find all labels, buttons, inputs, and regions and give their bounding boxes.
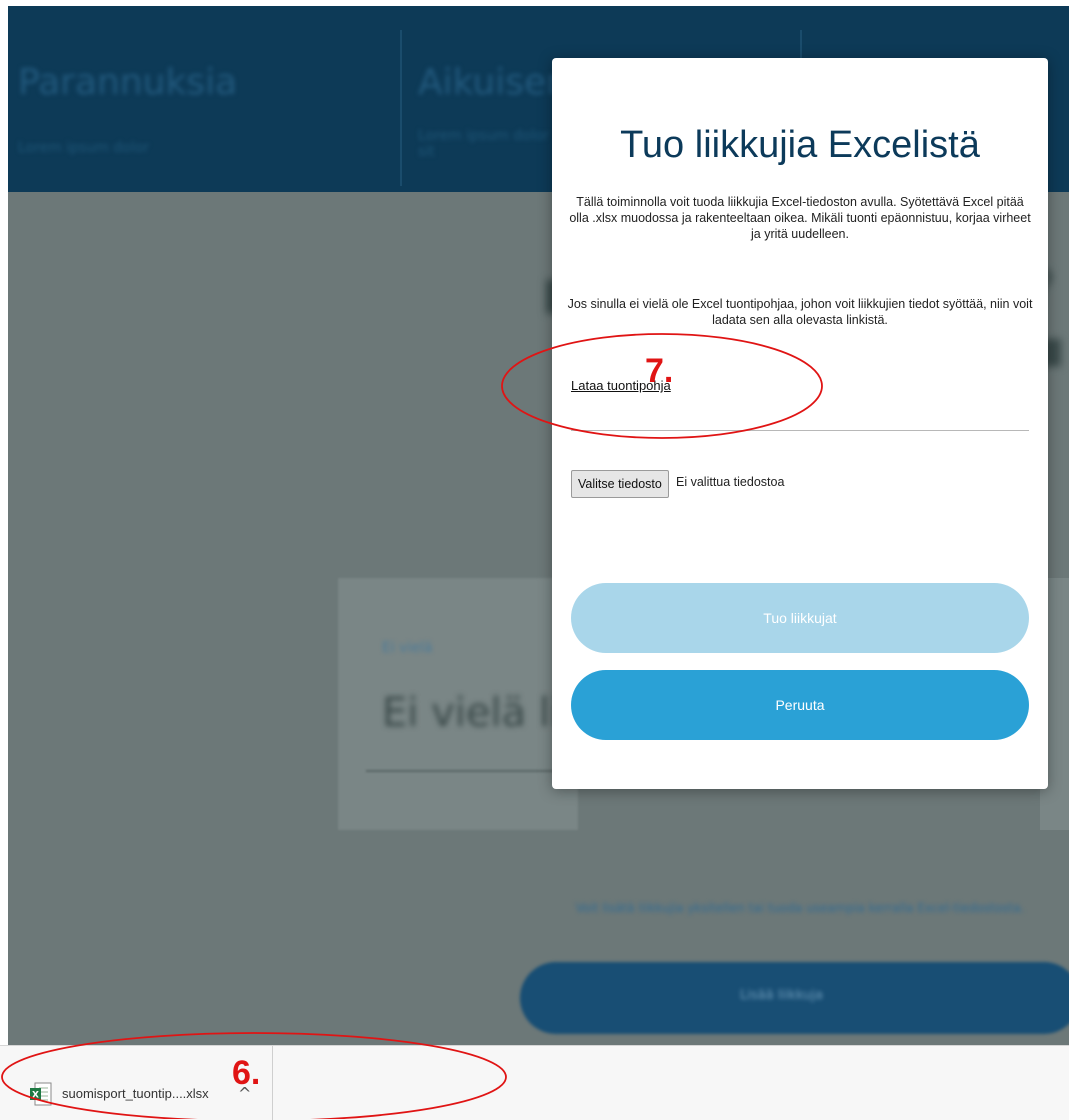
import-button[interactable]: Tuo liikkujat (571, 583, 1029, 653)
left-edge (0, 0, 8, 1045)
cancel-button[interactable]: Peruuta (571, 670, 1029, 740)
blurred-card-divider (366, 770, 556, 772)
header-left-subtitle: Lorem ipsum dolor (18, 140, 149, 156)
header-mid-title: Aikuisen (418, 62, 569, 103)
svg-text:X: X (32, 1091, 39, 1101)
dialog-template-hint: Jos sinulla ei vielä ole Excel tuontipoh… (567, 297, 1033, 327)
annotation-step6-label: 6. (232, 1054, 261, 1092)
dialog-description: Tällä toiminnolla voit tuoda liikkujia E… (569, 195, 1031, 241)
dialog-divider (571, 430, 1029, 431)
dialog-title: Tuo liikkujia Excelistä (620, 124, 980, 166)
blurred-note: Voit lisätä liikkujia yksitellen tai tuo… (575, 901, 1025, 915)
top-edge (0, 0, 1069, 6)
download-bar: X suomisport_tuontip....xlsx ^ (0, 1045, 1069, 1120)
excel-file-icon: X (30, 1082, 52, 1106)
blurred-add-button-label: Lisää liikkuja (740, 988, 824, 1003)
blurred-card-label: Ei vielä (382, 640, 433, 656)
header-divider (400, 30, 402, 186)
annotation-step7-label: 7. (645, 352, 674, 390)
choose-file-button[interactable]: Valitse tiedosto (571, 470, 669, 498)
downloaded-file-name: suomisport_tuontip....xlsx (62, 1086, 209, 1101)
header-left-title: Parannuksia (18, 62, 238, 103)
header-mid-subtitle: Lorem ipsum dolor sit (418, 128, 549, 160)
import-dialog: Tuo liikkujia Excelistä Tällä toiminnoll… (552, 58, 1048, 789)
file-status-text: Ei valittua tiedostoa (676, 475, 785, 489)
